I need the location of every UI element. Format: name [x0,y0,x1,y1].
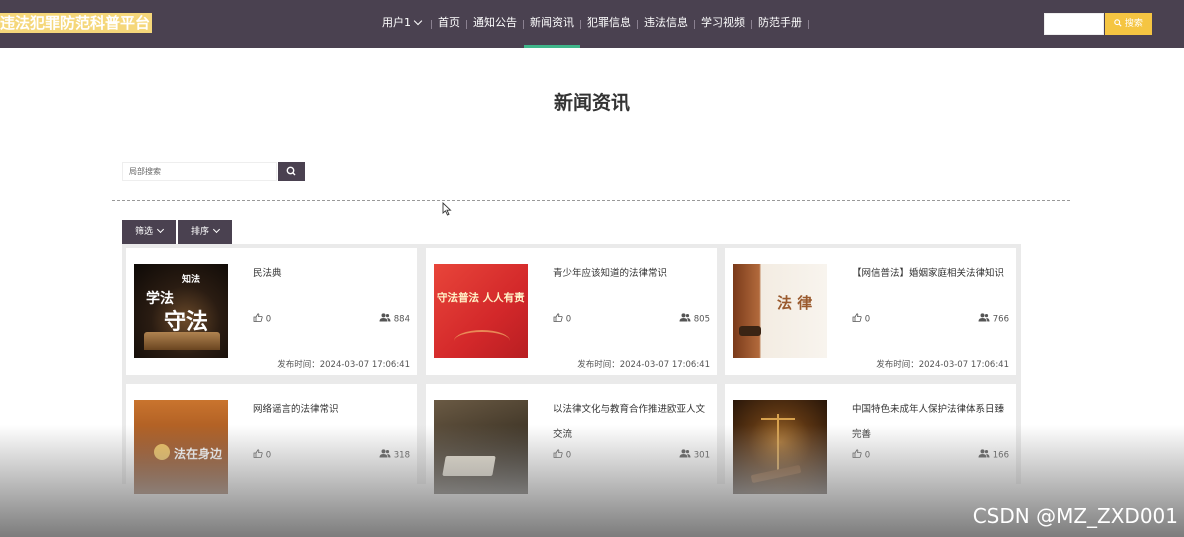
sort-dropdown-button[interactable]: 排序 [178,220,232,244]
like-count[interactable]: 0 [553,313,571,325]
nav-study-videos[interactable]: 学习视频 [695,0,751,48]
chevron-down-icon [413,16,423,26]
news-thumbnail: 法在身边 [134,400,228,494]
users-icon [379,313,391,322]
nav-user-label: 用户1 [382,16,411,29]
like-count[interactable]: 0 [253,313,271,325]
top-search-input[interactable] [1044,13,1104,35]
like-count[interactable]: 0 [553,449,571,461]
news-card[interactable]: 中国特色未成年人保护法律体系日臻完善 0 166 [725,384,1016,511]
mouse-cursor-icon [442,202,452,216]
sort-label: 排序 [190,227,209,237]
view-count: 805 [679,313,710,325]
nav-user-menu[interactable]: 用户1 [376,0,431,48]
thumbnail-text: 法在身边 [174,447,223,461]
news-title[interactable]: 中国特色未成年人保护法律体系日臻完善 [852,397,1010,447]
top-search-label: 搜索 [1124,19,1143,29]
like-count[interactable]: 0 [253,449,271,461]
news-card[interactable]: 知法 学法 守法 民法典 0 884 发布时间：2024-03-07 17:06… [126,248,417,375]
news-title[interactable]: 【网信普法】婚姻家庭相关法律知识 [852,261,1010,286]
publish-date: 发布时间：2024-03-07 17:06:41 [577,360,710,370]
top-navbar: 违法犯罪防范科普平台 用户1 首页 通知公告 新闻资讯 犯罪信息 违法信息 学习… [0,0,1184,48]
filter-label: 筛选 [134,227,153,237]
view-count: 166 [978,449,1009,461]
like-count[interactable]: 0 [852,449,870,461]
news-thumbnail: 守法普法 人人有责 [434,264,528,358]
top-search-button[interactable]: 搜索 [1105,13,1152,35]
site-logo[interactable]: 违法犯罪防范科普平台 [0,13,153,33]
thumbnail-text: 知法 [182,275,201,285]
news-thumbnail: 知法 学法 守法 [134,264,228,358]
search-icon [286,166,296,176]
nav-notices[interactable]: 通知公告 [467,0,523,48]
users-icon [379,449,391,458]
main-nav: 用户1 首页 通知公告 新闻资讯 犯罪信息 违法信息 学习视频 防范手册 [376,0,809,48]
users-icon [679,313,691,322]
like-count[interactable]: 0 [852,313,870,325]
news-thumbnail: 法 律 [733,264,827,358]
thumbs-up-icon [852,313,862,322]
nav-separator [808,19,809,29]
publish-date: 发布时间：2024-03-07 17:06:41 [876,360,1009,370]
news-card[interactable]: 法在身边 网络谣言的法律常识 0 318 [126,384,417,511]
users-icon [679,449,691,458]
local-search-input[interactable]: 局部搜索 [122,162,277,181]
thumbnail-text: 守法 [164,310,209,335]
news-card[interactable]: 以法律文化与教育合作推进欧亚人文交流 0 301 [426,384,717,511]
thumbs-up-icon [253,313,263,322]
nav-home[interactable]: 首页 [432,0,466,48]
section-divider [112,200,1070,201]
view-count: 318 [379,449,410,461]
chevron-down-icon [212,225,221,234]
news-title[interactable]: 网络谣言的法律常识 [253,397,411,422]
news-thumbnail [434,400,528,494]
thumbs-up-icon [852,449,862,458]
filter-dropdown-button[interactable]: 筛选 [122,220,176,244]
thumbnail-text: 法 律 [777,294,813,312]
page-title: 新闻资讯 [553,92,630,114]
nav-violation-info[interactable]: 违法信息 [638,0,694,48]
view-count: 301 [679,449,710,461]
watermark: CSDN @MZ_ZXD001 [972,504,1178,528]
search-icon [1114,19,1122,27]
thumbs-up-icon [553,449,563,458]
news-card[interactable]: 守法普法 人人有责 青少年应该知道的法律常识 0 805 发布时间：2024-0… [426,248,717,375]
nav-news[interactable]: 新闻资讯 [524,0,580,48]
view-count: 766 [978,313,1009,325]
chevron-down-icon [156,225,165,234]
news-title[interactable]: 以法律文化与教育合作推进欧亚人文交流 [553,397,711,447]
news-thumbnail [733,400,827,494]
users-icon [978,449,990,458]
thumbs-up-icon [253,449,263,458]
view-count: 884 [379,313,410,325]
nav-crime-info[interactable]: 犯罪信息 [581,0,637,48]
publish-date: 发布时间：2024-03-07 17:06:41 [277,360,410,370]
news-title[interactable]: 民法典 [253,261,411,286]
news-card[interactable]: 法 律 【网信普法】婚姻家庭相关法律知识 0 766 发布时间：2024-03-… [725,248,1016,375]
news-title[interactable]: 青少年应该知道的法律常识 [553,261,711,286]
thumbnail-text: 守法普法 人人有责 [437,292,525,304]
users-icon [978,313,990,322]
local-search-button[interactable] [278,162,305,181]
thumbs-up-icon [553,313,563,322]
nav-prevention-manual[interactable]: 防范手册 [752,0,808,48]
